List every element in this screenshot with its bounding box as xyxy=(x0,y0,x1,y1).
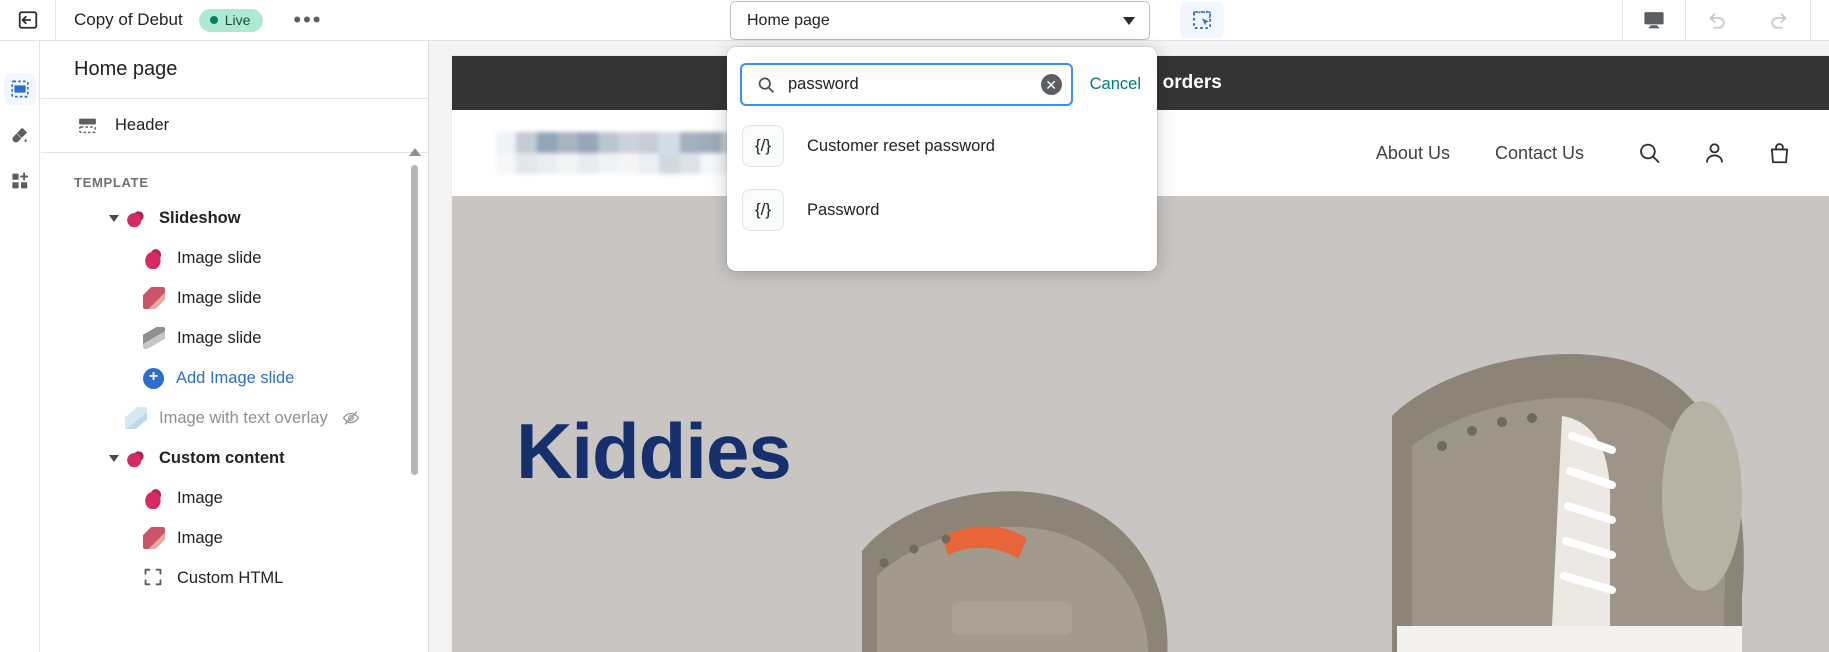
slide-thumbnail xyxy=(143,287,165,309)
scrollbar-up-arrow[interactable] xyxy=(409,148,421,156)
sidebar-group-label: TEMPLATE xyxy=(74,175,149,190)
live-dot-icon xyxy=(209,15,218,24)
sidebar-item-image-slide-3[interactable]: Image slide xyxy=(41,318,428,358)
section-thumbnail xyxy=(125,407,147,429)
sidebar-item-label: Image slide xyxy=(177,248,262,267)
header-layout-icon xyxy=(74,115,100,136)
sidebar-item-label: Custom content xyxy=(159,448,285,467)
sidebar-item-label: Image slide xyxy=(177,288,262,307)
search-result-password[interactable]: {/} Password xyxy=(727,178,1157,242)
sidebar-item-image-slide-2[interactable]: Image slide xyxy=(41,278,428,318)
sidebar-item-label: Add Image slide xyxy=(176,368,295,387)
left-rail xyxy=(0,41,40,652)
block-thumbnail xyxy=(143,487,165,509)
search-popover: ✕ Cancel {/} Customer reset password {/}… xyxy=(727,47,1157,271)
search-result-label: Password xyxy=(807,200,880,219)
store-cart-button[interactable] xyxy=(1766,140,1793,167)
section-thumbnail xyxy=(125,447,147,469)
rail-item-apps[interactable] xyxy=(4,165,36,197)
undo-button[interactable] xyxy=(1686,0,1748,40)
section-select-icon xyxy=(1192,10,1212,30)
sections-sidebar: Home page Header TEMPLATE Slideshow Imag… xyxy=(41,41,429,652)
hidden-eye-icon[interactable] xyxy=(341,408,361,428)
sidebar-item-image-slide-1[interactable]: Image slide xyxy=(41,238,428,278)
nav-link-about-us[interactable]: About Us xyxy=(1376,143,1450,164)
nav-link-contact-us[interactable]: Contact Us xyxy=(1495,143,1584,164)
block-thumbnail xyxy=(143,527,165,549)
cart-icon xyxy=(1770,142,1789,163)
rail-item-sections[interactable] xyxy=(3,73,36,105)
store-search-button[interactable] xyxy=(1636,140,1663,167)
cancel-search-button[interactable]: Cancel xyxy=(1090,75,1141,94)
undo-icon xyxy=(1709,13,1725,29)
chevron-down-icon[interactable] xyxy=(103,214,125,222)
search-field[interactable]: ✕ xyxy=(740,63,1073,106)
plus-circle-icon: + xyxy=(143,367,164,389)
sidebar-item-label: Image with text overlay xyxy=(159,408,328,427)
store-nav: About Us Contact Us xyxy=(1376,143,1584,164)
hero-heading: Kiddies xyxy=(516,407,792,495)
sidebar-item-add-image-slide[interactable]: + Add Image slide xyxy=(41,358,428,398)
rail-item-theme-settings[interactable] xyxy=(4,119,36,151)
sidebar-item-image-with-text-overlay[interactable]: Image with text overlay xyxy=(41,398,428,438)
sidebar-item-image-2[interactable]: Image xyxy=(41,518,428,558)
desktop-icon xyxy=(1644,12,1664,29)
status-badge-label: Live xyxy=(224,11,251,28)
search-result-customer-reset-password[interactable]: {/} Customer reset password xyxy=(727,114,1157,178)
store-logo[interactable] xyxy=(496,132,741,174)
sidebar-item-slideshow[interactable]: Slideshow xyxy=(41,198,428,238)
page-selector[interactable]: Home page xyxy=(730,1,1150,40)
slide-thumbnail xyxy=(143,327,165,349)
sidebar-item-image-1[interactable]: Image xyxy=(41,478,428,518)
slide-thumbnail xyxy=(143,247,165,269)
search-result-label: Customer reset password xyxy=(807,136,995,155)
clear-search-button[interactable]: ✕ xyxy=(1040,74,1062,95)
sidebar-item-custom-html[interactable]: Custom HTML xyxy=(41,558,428,598)
page-selector-control[interactable]: Home page xyxy=(730,1,1150,40)
sidebar-item-label: Custom HTML xyxy=(177,568,284,587)
account-icon xyxy=(1706,142,1723,163)
sidebar-item-label: Header xyxy=(115,116,170,134)
redo-button[interactable] xyxy=(1748,0,1810,40)
search-input[interactable] xyxy=(788,75,1041,94)
search-results-list: {/} Customer reset password {/} Password xyxy=(727,106,1157,242)
hero-shoe-left-image xyxy=(862,491,1168,652)
divider xyxy=(1810,0,1811,40)
liquid-template-icon: {/} xyxy=(742,189,784,231)
liquid-template-icon: {/} xyxy=(742,125,784,167)
store-account-button[interactable] xyxy=(1701,140,1728,167)
sidebar-item-label: Image xyxy=(177,528,223,547)
paintbrush-icon xyxy=(12,127,28,142)
sidebar-item-label: Slideshow xyxy=(159,208,241,227)
theme-name: Copy of Debut xyxy=(74,10,183,29)
store-header-icons xyxy=(1636,140,1793,167)
hero-shoe-right-image xyxy=(1392,354,1744,652)
status-badge[interactable]: Live xyxy=(198,8,264,32)
custom-html-icon xyxy=(143,567,165,589)
page-selector-value: Home page xyxy=(747,11,830,29)
exit-editor-button[interactable] xyxy=(0,0,56,40)
redo-icon xyxy=(1771,13,1787,29)
sidebar-item-label: Image xyxy=(177,488,223,507)
search-icon xyxy=(758,77,774,93)
sidebar-item-header[interactable]: Header xyxy=(41,99,428,153)
chevron-down-icon xyxy=(1123,16,1135,25)
page-title: Home page xyxy=(41,41,428,99)
sections-icon xyxy=(10,80,29,98)
app-blocks-icon xyxy=(11,172,28,189)
section-inspector-button[interactable] xyxy=(1180,2,1224,38)
top-bar: Copy of Debut Live ••• Home page xyxy=(0,0,1829,41)
search-row: ✕ Cancel xyxy=(727,47,1157,106)
sidebar-item-custom-content[interactable]: Custom content xyxy=(41,438,428,478)
more-actions-button[interactable]: ••• xyxy=(285,9,330,31)
section-thumbnail xyxy=(125,207,147,229)
chevron-down-icon[interactable] xyxy=(103,454,125,462)
device-preview-button[interactable] xyxy=(1623,0,1685,40)
sidebar-item-label: Image slide xyxy=(177,328,262,347)
sidebar-scrollbar[interactable] xyxy=(411,165,418,475)
exit-arrow-icon xyxy=(18,11,37,29)
top-bar-right-actions xyxy=(1622,0,1829,40)
search-icon xyxy=(1640,143,1660,163)
